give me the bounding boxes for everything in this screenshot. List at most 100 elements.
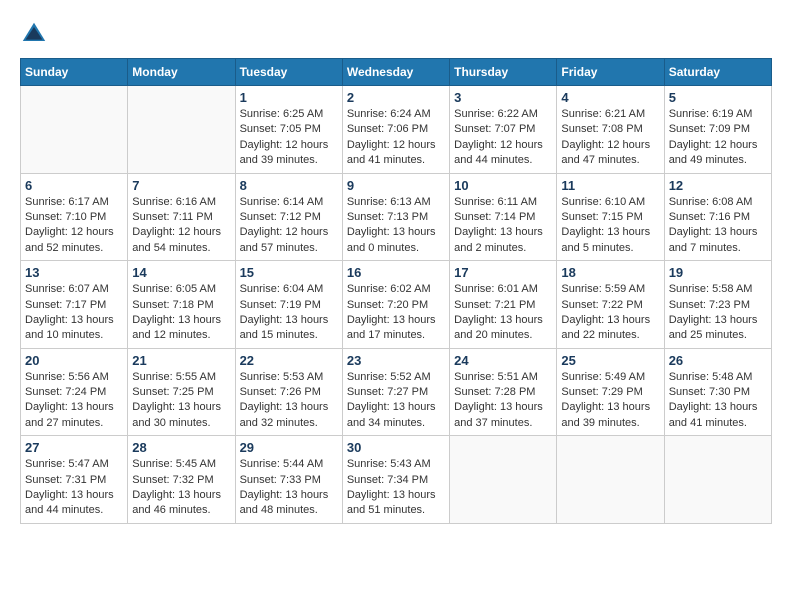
week-row-5: 27Sunrise: 5:47 AMSunset: 7:31 PMDayligh…: [21, 436, 772, 524]
logo: [20, 20, 52, 48]
calendar-cell: 24 Sunrise: 5:51 AMSunset: 7:28 PMDayligh…: [450, 348, 557, 436]
day-number: 1: [240, 90, 338, 105]
day-number: 23: [347, 353, 445, 368]
weekday-header-thursday: Thursday: [450, 59, 557, 86]
calendar-cell: 2 Sunrise: 6:24 AMSunset: 7:06 PMDaylight…: [342, 86, 449, 174]
calendar-cell: 1 Sunrise: 6:25 AMSunset: 7:05 PMDaylight…: [235, 86, 342, 174]
calendar: SundayMondayTuesdayWednesdayThursdayFrid…: [20, 58, 772, 524]
calendar-cell: 26 Sunrise: 5:48 AMSunset: 7:30 PMDayligh…: [664, 348, 771, 436]
day-number: 18: [561, 265, 659, 280]
day-number: 13: [25, 265, 123, 280]
calendar-cell: 10 Sunrise: 6:11 AMSunset: 7:14 PMDayligh…: [450, 173, 557, 261]
calendar-cell: 20Sunrise: 5:56 AMSunset: 7:24 PMDayligh…: [21, 348, 128, 436]
calendar-cell: 22 Sunrise: 5:53 AMSunset: 7:26 PMDayligh…: [235, 348, 342, 436]
day-number: 24: [454, 353, 552, 368]
day-number: 2: [347, 90, 445, 105]
week-row-2: 6 Sunrise: 6:17 AMSunset: 7:10 PMDaylight…: [21, 173, 772, 261]
day-info: Sunrise: 6:04 AMSunset: 7:19 PMDaylight:…: [240, 282, 338, 344]
day-info: Sunrise: 6:22 AMSunset: 7:07 PMDaylight:…: [454, 107, 552, 169]
day-info: Sunrise: 5:48 AMSunset: 7:30 PMDaylight:…: [669, 370, 767, 432]
day-number: 25: [561, 353, 659, 368]
page-header: [20, 20, 772, 48]
day-number: 15: [240, 265, 338, 280]
day-info: Sunrise: 6:19 AMSunset: 7:09 PMDaylight:…: [669, 107, 767, 169]
day-info: Sunrise: 6:14 AMSunset: 7:12 PMDaylight:…: [240, 195, 338, 257]
calendar-cell: [557, 436, 664, 524]
day-number: 9: [347, 178, 445, 193]
day-number: 12: [669, 178, 767, 193]
weekday-header-wednesday: Wednesday: [342, 59, 449, 86]
calendar-cell: 8 Sunrise: 6:14 AMSunset: 7:12 PMDaylight…: [235, 173, 342, 261]
logo-icon: [20, 20, 48, 48]
day-number: 11: [561, 178, 659, 193]
day-number: 3: [454, 90, 552, 105]
day-info: Sunrise: 6:24 AMSunset: 7:06 PMDaylight:…: [347, 107, 445, 169]
day-info: Sunrise: 5:56 AMSunset: 7:24 PMDaylight:…: [25, 370, 123, 432]
day-number: 26: [669, 353, 767, 368]
day-info: Sunrise: 5:47 AMSunset: 7:31 PMDaylight:…: [25, 457, 123, 519]
calendar-cell: 13 Sunrise: 6:07 AMSunset: 7:17 PMDayligh…: [21, 261, 128, 349]
calendar-cell: 5Sunrise: 6:19 AMSunset: 7:09 PMDaylight…: [664, 86, 771, 174]
day-number: 10: [454, 178, 552, 193]
day-info: Sunrise: 6:21 AMSunset: 7:08 PMDaylight:…: [561, 107, 659, 169]
day-info: Sunrise: 5:59 AMSunset: 7:22 PMDaylight:…: [561, 282, 659, 344]
calendar-cell: 25 Sunrise: 5:49 AMSunset: 7:29 PMDayligh…: [557, 348, 664, 436]
day-info: Sunrise: 5:49 AMSunset: 7:29 PMDaylight:…: [561, 370, 659, 432]
calendar-cell: 21 Sunrise: 5:55 AMSunset: 7:25 PMDayligh…: [128, 348, 235, 436]
day-info: Sunrise: 5:55 AMSunset: 7:25 PMDaylight:…: [132, 370, 230, 432]
calendar-cell: 29 Sunrise: 5:44 AMSunset: 7:33 PMDayligh…: [235, 436, 342, 524]
day-info: Sunrise: 6:02 AMSunset: 7:20 PMDaylight:…: [347, 282, 445, 344]
week-row-4: 20Sunrise: 5:56 AMSunset: 7:24 PMDayligh…: [21, 348, 772, 436]
day-number: 19: [669, 265, 767, 280]
calendar-cell: 7 Sunrise: 6:16 AMSunset: 7:11 PMDaylight…: [128, 173, 235, 261]
calendar-cell: 19 Sunrise: 5:58 AMSunset: 7:23 PMDayligh…: [664, 261, 771, 349]
calendar-cell: 23 Sunrise: 5:52 AMSunset: 7:27 PMDayligh…: [342, 348, 449, 436]
day-info: Sunrise: 6:17 AMSunset: 7:10 PMDaylight:…: [25, 195, 123, 257]
weekday-header-row: SundayMondayTuesdayWednesdayThursdayFrid…: [21, 59, 772, 86]
day-info: Sunrise: 5:45 AMSunset: 7:32 PMDaylight:…: [132, 457, 230, 519]
day-info: Sunrise: 6:13 AMSunset: 7:13 PMDaylight:…: [347, 195, 445, 257]
day-number: 7: [132, 178, 230, 193]
weekday-header-tuesday: Tuesday: [235, 59, 342, 86]
calendar-cell: 18 Sunrise: 5:59 AMSunset: 7:22 PMDayligh…: [557, 261, 664, 349]
weekday-header-monday: Monday: [128, 59, 235, 86]
day-number: 17: [454, 265, 552, 280]
day-number: 28: [132, 440, 230, 455]
day-info: Sunrise: 5:58 AMSunset: 7:23 PMDaylight:…: [669, 282, 767, 344]
day-number: 29: [240, 440, 338, 455]
day-number: 16: [347, 265, 445, 280]
calendar-cell: 28 Sunrise: 5:45 AMSunset: 7:32 PMDayligh…: [128, 436, 235, 524]
calendar-cell: 15 Sunrise: 6:04 AMSunset: 7:19 PMDayligh…: [235, 261, 342, 349]
calendar-cell: [450, 436, 557, 524]
day-info: Sunrise: 6:08 AMSunset: 7:16 PMDaylight:…: [669, 195, 767, 257]
day-info: Sunrise: 6:25 AMSunset: 7:05 PMDaylight:…: [240, 107, 338, 169]
day-number: 22: [240, 353, 338, 368]
calendar-cell: [21, 86, 128, 174]
weekday-header-sunday: Sunday: [21, 59, 128, 86]
weekday-header-saturday: Saturday: [664, 59, 771, 86]
day-info: Sunrise: 6:01 AMSunset: 7:21 PMDaylight:…: [454, 282, 552, 344]
day-info: Sunrise: 6:07 AMSunset: 7:17 PMDaylight:…: [25, 282, 123, 344]
day-info: Sunrise: 5:43 AMSunset: 7:34 PMDaylight:…: [347, 457, 445, 519]
calendar-cell: [128, 86, 235, 174]
day-number: 21: [132, 353, 230, 368]
day-info: Sunrise: 5:51 AMSunset: 7:28 PMDaylight:…: [454, 370, 552, 432]
calendar-cell: 30Sunrise: 5:43 AMSunset: 7:34 PMDayligh…: [342, 436, 449, 524]
calendar-cell: 11 Sunrise: 6:10 AMSunset: 7:15 PMDayligh…: [557, 173, 664, 261]
day-info: Sunrise: 6:10 AMSunset: 7:15 PMDaylight:…: [561, 195, 659, 257]
day-info: Sunrise: 5:44 AMSunset: 7:33 PMDaylight:…: [240, 457, 338, 519]
day-info: Sunrise: 5:53 AMSunset: 7:26 PMDaylight:…: [240, 370, 338, 432]
day-info: Sunrise: 6:11 AMSunset: 7:14 PMDaylight:…: [454, 195, 552, 257]
calendar-cell: 16 Sunrise: 6:02 AMSunset: 7:20 PMDayligh…: [342, 261, 449, 349]
day-info: Sunrise: 6:16 AMSunset: 7:11 PMDaylight:…: [132, 195, 230, 257]
week-row-1: 1 Sunrise: 6:25 AMSunset: 7:05 PMDaylight…: [21, 86, 772, 174]
day-number: 4: [561, 90, 659, 105]
week-row-3: 13 Sunrise: 6:07 AMSunset: 7:17 PMDayligh…: [21, 261, 772, 349]
day-info: Sunrise: 5:52 AMSunset: 7:27 PMDaylight:…: [347, 370, 445, 432]
calendar-cell: 27Sunrise: 5:47 AMSunset: 7:31 PMDayligh…: [21, 436, 128, 524]
day-number: 14: [132, 265, 230, 280]
calendar-cell: 4 Sunrise: 6:21 AMSunset: 7:08 PMDaylight…: [557, 86, 664, 174]
day-number: 8: [240, 178, 338, 193]
calendar-cell: 12 Sunrise: 6:08 AMSunset: 7:16 PMDayligh…: [664, 173, 771, 261]
day-number: 6: [25, 178, 123, 193]
